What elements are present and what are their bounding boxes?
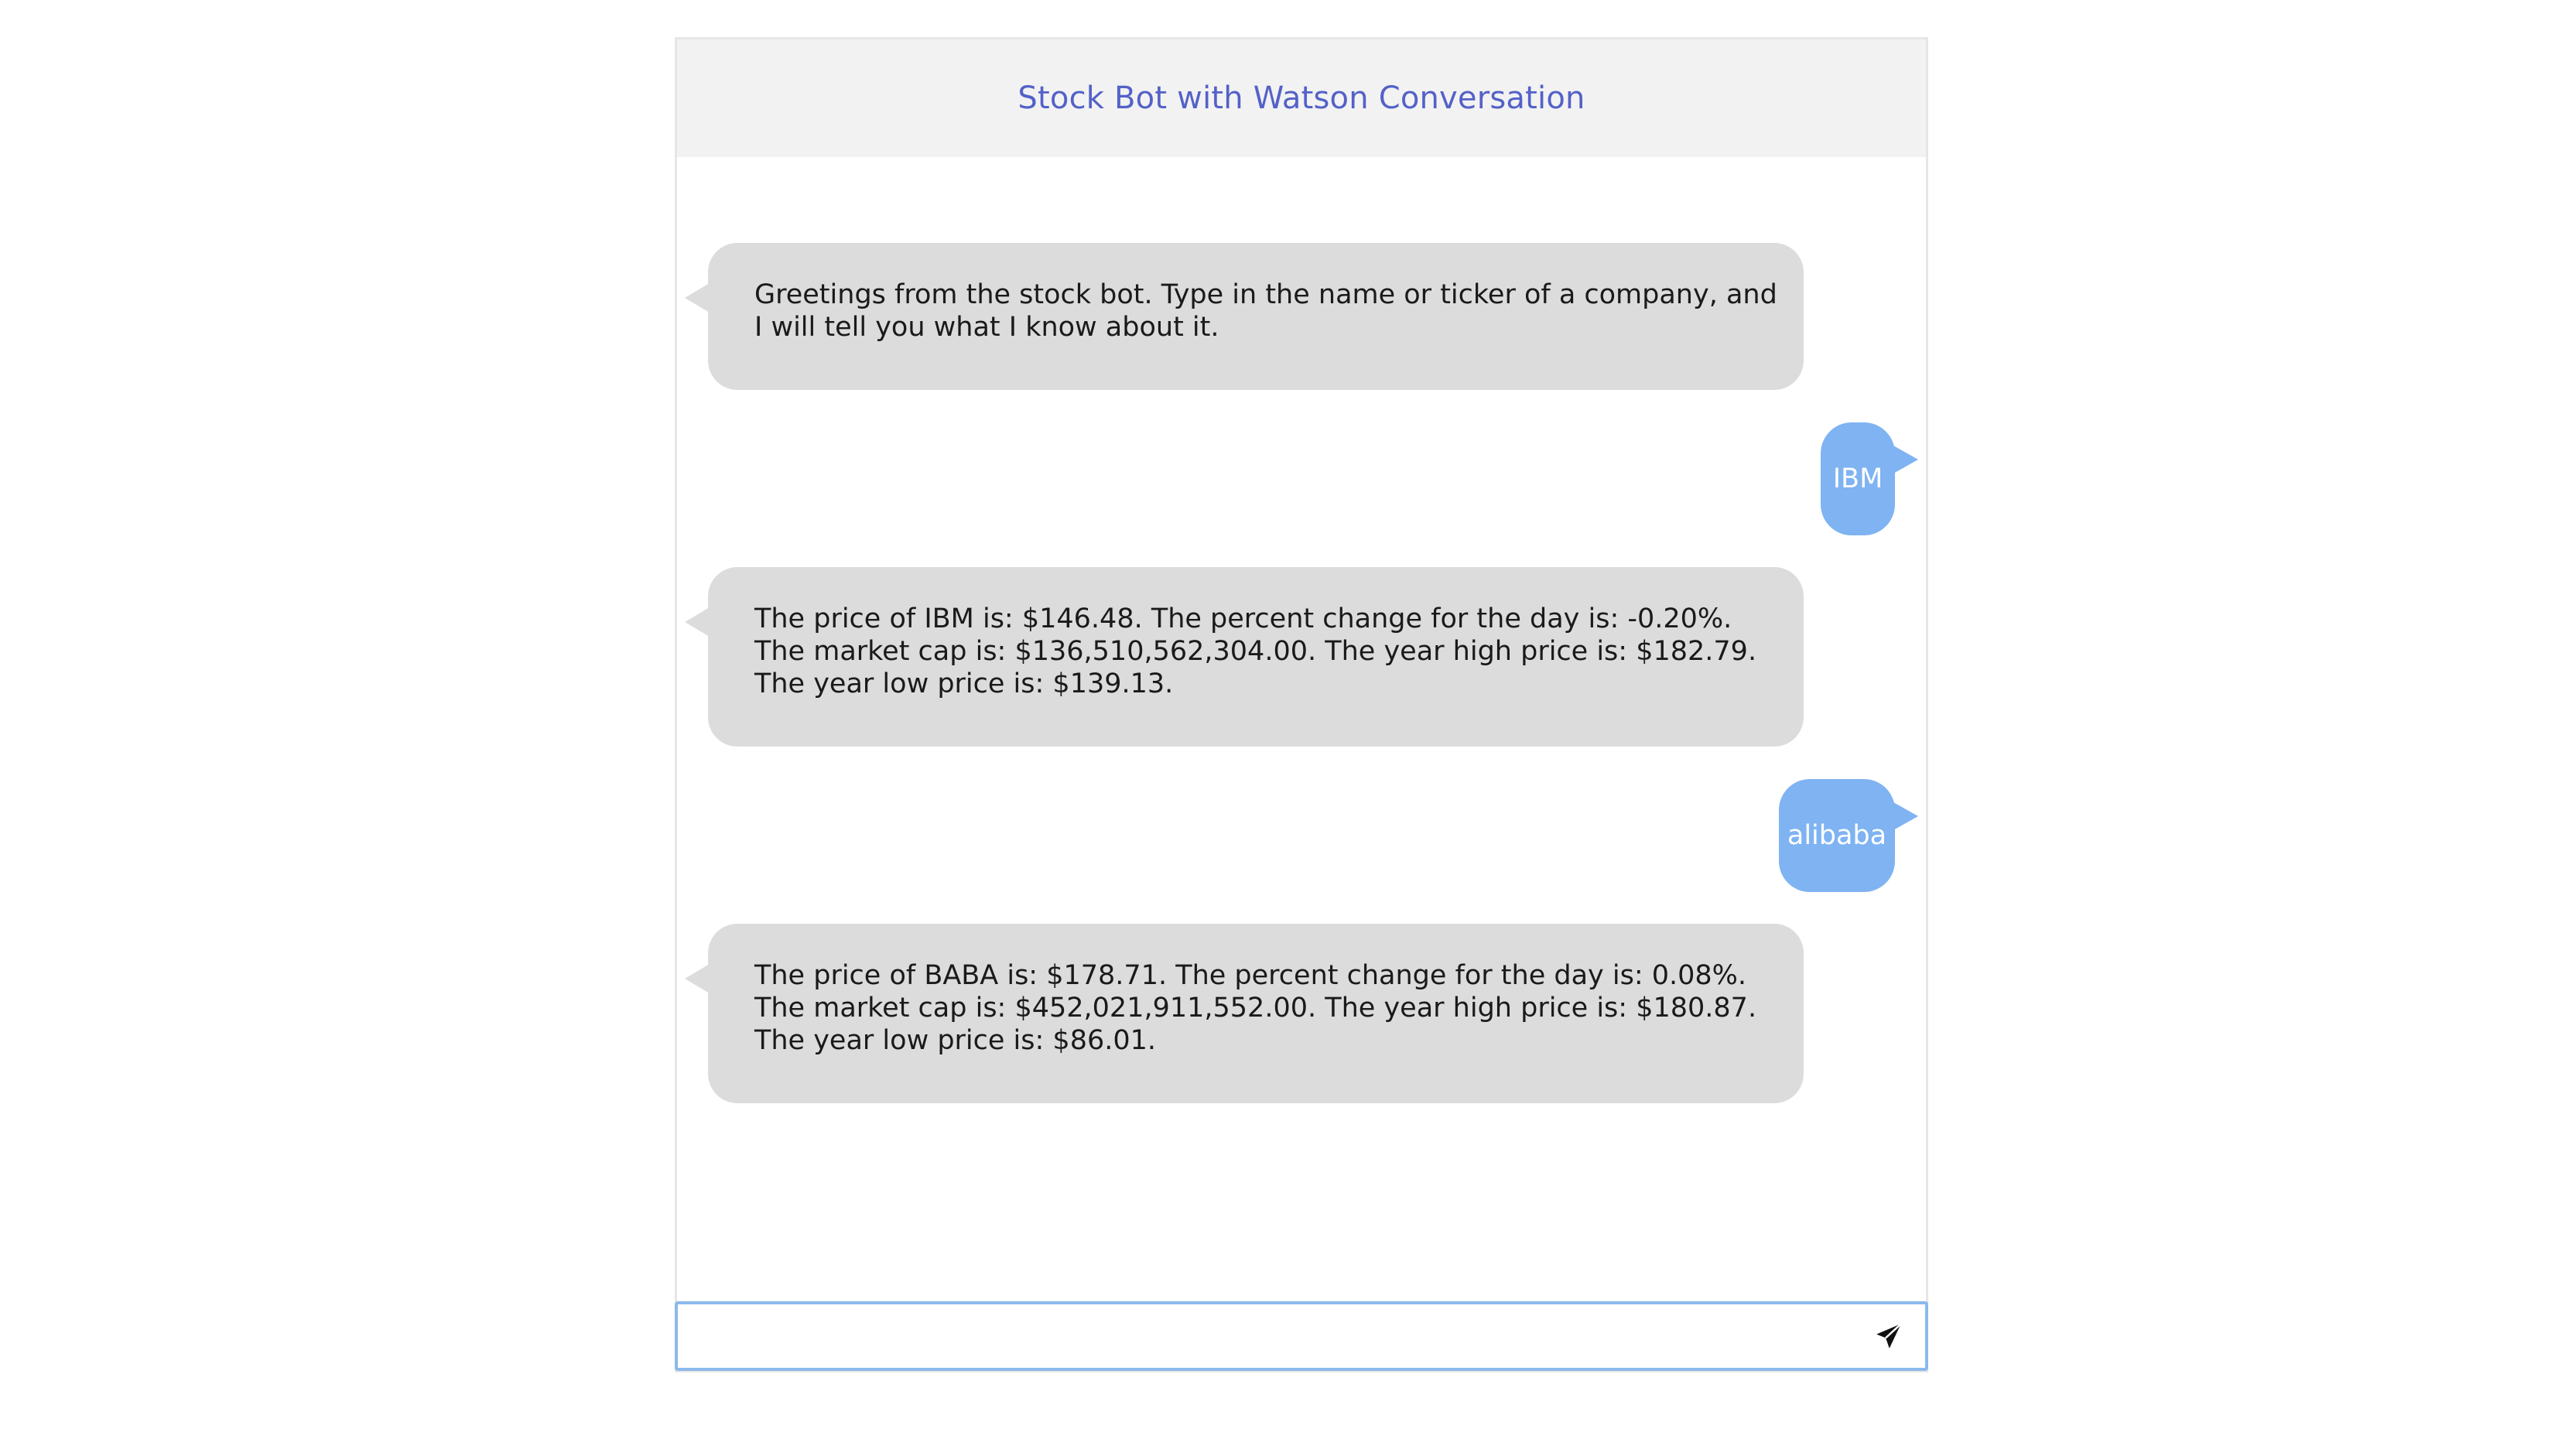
user-message: IBM	[1821, 422, 1918, 535]
user-message-text: alibaba	[1787, 820, 1887, 851]
message-list: Greetings from the stock bot. Type in th…	[677, 157, 1926, 1318]
bot-message-text: The price of BABA is: $178.71. The perce…	[754, 960, 1757, 1056]
user-message-text: IBM	[1832, 463, 1883, 494]
message-input-bar	[675, 1301, 1928, 1371]
bot-message: The price of BABA is: $178.71. The perce…	[685, 924, 1804, 1103]
user-message: alibaba	[1779, 779, 1918, 892]
chat-window: Stock Bot with Watson Conversation Greet…	[675, 37, 1928, 1372]
page-title: Stock Bot with Watson Conversation	[1018, 80, 1585, 116]
bot-message-text: Greetings from the stock bot. Type in th…	[754, 279, 1777, 343]
message-input[interactable]	[678, 1304, 1838, 1368]
bot-message-text: The price of IBM is: $146.48. The percen…	[754, 603, 1757, 699]
bot-message: The price of IBM is: $146.48. The percen…	[685, 567, 1804, 747]
send-icon[interactable]	[1874, 1321, 1903, 1351]
bot-message: Greetings from the stock bot. Type in th…	[685, 243, 1804, 390]
chat-header: Stock Bot with Watson Conversation	[677, 39, 1926, 157]
